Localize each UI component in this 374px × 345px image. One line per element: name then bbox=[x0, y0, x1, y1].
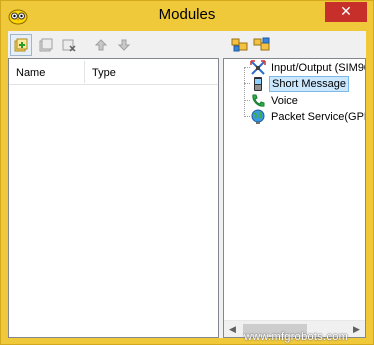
arrow-down-icon bbox=[117, 39, 131, 51]
modules-window: Modules ✕ Name Type Input/Output (SIM90 … bbox=[0, 0, 374, 345]
expand-tree-icon bbox=[231, 38, 248, 52]
collapse-tree-button[interactable] bbox=[251, 34, 273, 56]
column-divider[interactable] bbox=[84, 61, 85, 83]
arrow-up-icon bbox=[94, 39, 108, 51]
add-module-button[interactable] bbox=[10, 34, 32, 56]
tree-item-label: Input/Output (SIM90 bbox=[271, 62, 366, 74]
move-down-button[interactable] bbox=[113, 34, 135, 56]
scroll-right-button[interactable]: ▶ bbox=[348, 321, 365, 337]
delete-module-button[interactable] bbox=[58, 34, 80, 56]
short-message-icon bbox=[254, 77, 262, 91]
client-area: Name Type Input/Output (SIM90 Short Mess… bbox=[8, 31, 366, 338]
tree-item-label: Voice bbox=[271, 95, 298, 107]
close-button[interactable]: ✕ bbox=[325, 2, 367, 22]
column-header-type[interactable]: Type bbox=[92, 67, 116, 79]
input-output-icon bbox=[250, 60, 266, 75]
watermark-text: www.mfgrobots.com bbox=[244, 331, 349, 343]
collapse-tree-icon bbox=[253, 37, 270, 51]
expand-tree-button[interactable] bbox=[229, 34, 251, 56]
move-up-button[interactable] bbox=[90, 34, 112, 56]
window-title: Modules bbox=[158, 6, 216, 23]
tree-item-input-output[interactable]: Input/Output (SIM90 bbox=[250, 60, 366, 76]
list-header: Name Type bbox=[9, 59, 218, 85]
phone-icon bbox=[252, 94, 265, 107]
module-list[interactable]: Name Type bbox=[8, 58, 219, 338]
tree-connector bbox=[244, 67, 245, 117]
delete-module-icon bbox=[62, 39, 76, 52]
edit-module-icon bbox=[39, 38, 53, 52]
column-header-name[interactable]: Name bbox=[16, 67, 45, 79]
title-bar[interactable]: Modules ✕ bbox=[1, 1, 373, 31]
tree-item-packet-service[interactable]: Packet Service(GPRS bbox=[250, 109, 365, 125]
tree-item-voice[interactable]: Voice bbox=[250, 93, 300, 109]
service-tree[interactable]: Input/Output (SIM90 Short Message Voice bbox=[223, 58, 366, 338]
add-module-icon bbox=[14, 38, 28, 52]
scroll-left-button[interactable]: ◀ bbox=[224, 321, 241, 337]
tree-item-label: Packet Service(GPRS bbox=[271, 111, 365, 123]
tree-item-short-message[interactable]: Short Message bbox=[250, 76, 349, 92]
globe-icon bbox=[251, 109, 265, 124]
tree-item-label: Short Message bbox=[269, 76, 349, 92]
edit-module-button[interactable] bbox=[35, 34, 57, 56]
